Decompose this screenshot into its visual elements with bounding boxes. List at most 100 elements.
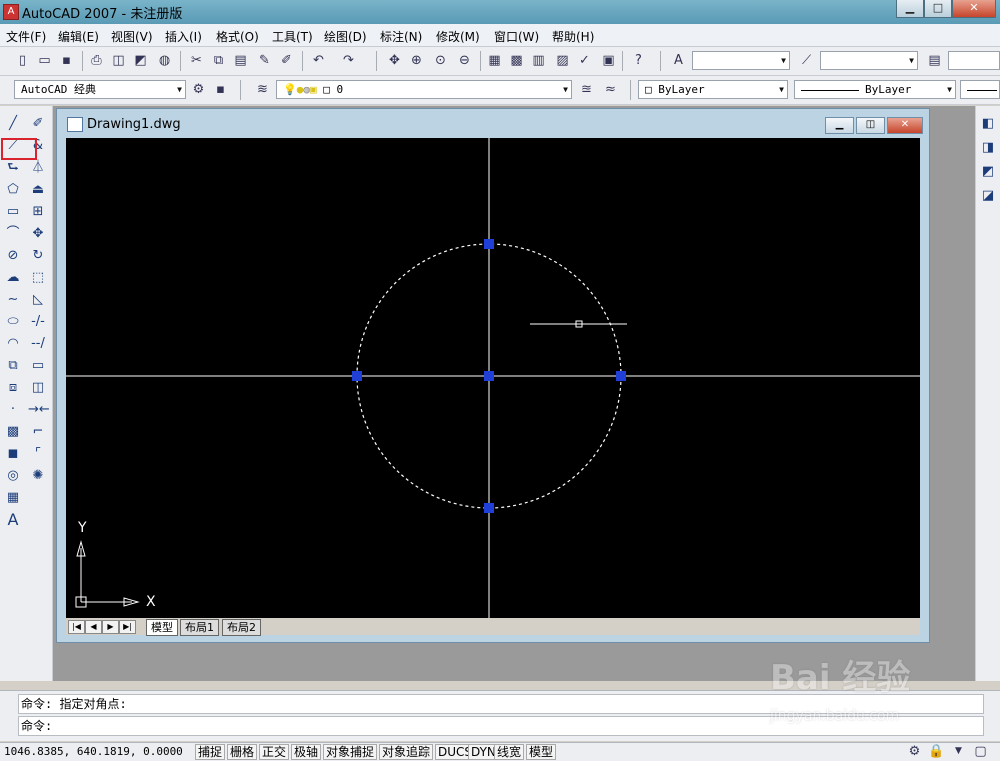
otrack-toggle[interactable]: 对象追踪 — [379, 744, 434, 760]
scale-tool-icon[interactable]: ⬚ — [28, 268, 48, 288]
menu-help[interactable]: 帮助(H) — [552, 28, 594, 45]
ellipse-tool-icon[interactable]: ⬭ — [3, 312, 23, 332]
trim-tool-icon[interactable]: -/- — [28, 312, 48, 332]
grip-left[interactable] — [352, 371, 362, 381]
drawing-close-button[interactable]: ✕ — [887, 117, 923, 134]
table-style-icon[interactable]: ▤ — [926, 52, 943, 69]
table-tool-icon[interactable]: ▦ — [3, 488, 23, 508]
chamfer-tool-icon[interactable]: ⌐ — [28, 422, 48, 442]
clean-screen-icon[interactable]: ▢ — [972, 743, 989, 760]
layer-manager-icon[interactable]: ≋ — [254, 81, 271, 98]
layer-select[interactable]: 💡●◍▣ □ 0 ▼ — [276, 80, 572, 99]
revcloud-tool-icon[interactable]: ☁ — [3, 268, 23, 288]
zoom-window-icon[interactable]: ⊙ — [432, 52, 449, 69]
stretch-tool-icon[interactable]: ◺ — [28, 290, 48, 310]
menu-modify[interactable]: 修改(M) — [436, 28, 480, 45]
region-tool-icon[interactable]: ◎ — [3, 466, 23, 486]
extend-tool-icon[interactable]: --/ — [28, 334, 48, 354]
markup-icon[interactable]: ✓ — [576, 52, 593, 69]
publish-icon[interactable]: ◩ — [132, 52, 149, 69]
tab-layout2[interactable]: 布局2 — [222, 619, 261, 636]
rotate-tool-icon[interactable]: ↻ — [28, 246, 48, 266]
prev-tab-button[interactable]: ◀ — [85, 620, 102, 634]
command-input-line[interactable]: 命令: — [18, 716, 984, 736]
ellipse-arc-tool-icon[interactable]: ◠ — [3, 334, 23, 354]
grip-top[interactable] — [484, 239, 494, 249]
grip-right[interactable] — [616, 371, 626, 381]
draw-order-above-icon[interactable]: ◩ — [978, 162, 998, 182]
polygon-tool-icon[interactable]: ⬠ — [3, 180, 23, 200]
undo-icon[interactable]: ↶ — [310, 52, 327, 69]
tab-layout1[interactable]: 布局1 — [180, 619, 219, 636]
ortho-toggle[interactable]: 正交 — [259, 744, 290, 760]
arc-tool-icon[interactable]: ⌒ — [3, 224, 23, 244]
dim-style-select[interactable]: ▼ — [820, 51, 918, 70]
next-tab-button[interactable]: ▶ — [102, 620, 119, 634]
maximize-button[interactable]: □ — [924, 0, 952, 18]
block-editor-icon[interactable]: ✐ — [278, 52, 295, 69]
join-tool-icon[interactable]: →← — [28, 400, 50, 420]
menu-insert[interactable]: 插入(I) — [165, 28, 202, 45]
linetype-select[interactable]: ByLayer ▼ — [794, 80, 956, 99]
drawing-canvas[interactable]: Y X — [66, 138, 920, 618]
point-tool-icon[interactable]: · — [3, 400, 23, 420]
mirror-tool-icon[interactable]: ⏃ — [28, 158, 48, 178]
redo-icon[interactable]: ↷ — [340, 52, 357, 69]
menu-file[interactable]: 文件(F) — [6, 28, 46, 45]
snap-toggle[interactable]: 捕捉 — [195, 744, 226, 760]
explode-tool-icon[interactable]: ✺ — [28, 466, 48, 486]
properties-icon[interactable]: ▦ — [486, 52, 503, 69]
erase-tool-icon[interactable]: ✐ — [28, 114, 48, 134]
mtext-tool-icon[interactable]: A — [3, 510, 23, 530]
line-tool-icon[interactable]: ╱ — [3, 114, 23, 134]
grid-toggle[interactable]: 栅格 — [227, 744, 258, 760]
menu-format[interactable]: 格式(O) — [216, 28, 259, 45]
osnap-toggle[interactable]: 对象捕捉 — [323, 744, 378, 760]
last-tab-button[interactable]: ▶| — [119, 620, 136, 634]
cut-icon[interactable]: ✂ — [188, 52, 205, 69]
drawing-minimize-button[interactable]: ▁ — [825, 117, 854, 134]
break-at-point-tool-icon[interactable]: ▭ — [28, 356, 48, 376]
menu-window[interactable]: 窗口(W) — [494, 28, 539, 45]
drawing-restore-button[interactable]: ◫ — [856, 117, 885, 134]
open-file-icon[interactable]: ▭ — [36, 52, 53, 69]
polar-toggle[interactable]: 极轴 — [291, 744, 322, 760]
grip-center[interactable] — [484, 371, 494, 381]
menu-view[interactable]: 视图(V) — [111, 28, 153, 45]
web-icon[interactable]: ◍ — [156, 52, 173, 69]
autocad-icon[interactable]: A — [3, 4, 19, 20]
table-style-select[interactable] — [948, 51, 1000, 70]
print-preview-icon[interactable]: ◫ — [110, 52, 127, 69]
match-properties-icon[interactable]: ✎ — [256, 52, 273, 69]
new-file-icon[interactable]: ▯ — [14, 52, 31, 69]
copy-icon[interactable]: ⧉ — [210, 52, 227, 69]
status-menu-icon[interactable]: ▼ — [950, 743, 967, 760]
draw-order-under-icon[interactable]: ◪ — [978, 186, 998, 206]
hatch-tool-icon[interactable]: ▩ — [3, 422, 23, 442]
array-tool-icon[interactable]: ⊞ — [28, 202, 48, 222]
comm-center-icon[interactable]: ⚙ — [906, 743, 923, 760]
menu-edit[interactable]: 编辑(E) — [58, 28, 99, 45]
first-tab-button[interactable]: |◀ — [68, 620, 85, 634]
layer-previous-icon[interactable]: ≈ — [602, 81, 619, 98]
lock-icon[interactable]: 🔒 — [928, 743, 945, 760]
dim-style-icon[interactable]: ⟋ — [798, 52, 815, 69]
help-icon[interactable]: ? — [630, 52, 647, 69]
text-style-icon[interactable]: A — [670, 52, 687, 69]
tab-model[interactable]: 模型 — [146, 619, 178, 636]
calculator-icon[interactable]: ▣ — [600, 52, 617, 69]
draw-order-front-icon[interactable]: ◧ — [978, 114, 998, 134]
workspace-save-icon[interactable]: ▪ — [212, 81, 229, 98]
draw-order-back-icon[interactable]: ◨ — [978, 138, 998, 158]
lineweight-toggle[interactable]: 线宽 — [494, 744, 525, 760]
move-tool-icon[interactable]: ✥ — [28, 224, 48, 244]
save-icon[interactable]: ▪ — [58, 52, 75, 69]
menu-draw[interactable]: 绘图(D) — [324, 28, 367, 45]
print-icon[interactable]: ⎙ — [88, 52, 105, 69]
tool-palettes-icon[interactable]: ▥ — [530, 52, 547, 69]
rectangle-tool-icon[interactable]: ▭ — [3, 202, 23, 222]
fillet-tool-icon[interactable]: ⌜ — [28, 444, 48, 464]
insert-block-tool-icon[interactable]: ⧉ — [3, 356, 23, 376]
polyline-tool-icon[interactable]: ⮑ — [3, 158, 23, 178]
sheet-set-icon[interactable]: ▨ — [554, 52, 571, 69]
